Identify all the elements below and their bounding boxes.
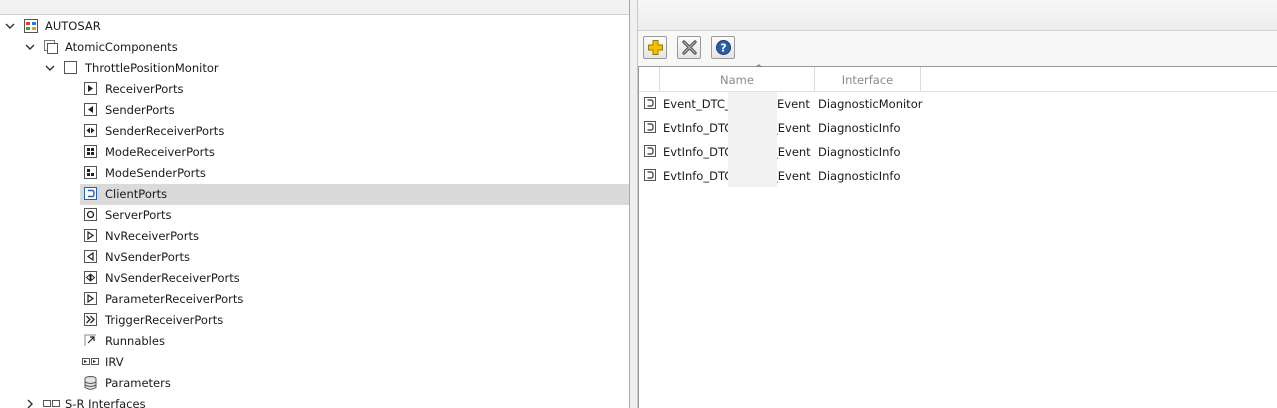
client-port-icon xyxy=(644,169,656,181)
tree-item-label: IRV xyxy=(105,355,124,369)
interfaces-icon xyxy=(43,397,60,408)
tree-item-label: NvSenderPorts xyxy=(105,250,190,264)
mode-sender-port-icon xyxy=(84,166,97,179)
tree-item-trigger-receiver-ports[interactable]: TriggerReceiverPorts xyxy=(0,310,629,331)
table-header: ^ Name Interface xyxy=(639,64,1277,92)
nv-sender-receiver-port-icon xyxy=(84,271,97,284)
client-port-icon xyxy=(644,145,656,157)
chevron-down-icon[interactable] xyxy=(5,21,15,31)
cell-name: EvtInfo_DTC _Event xyxy=(663,169,811,183)
toolbar: ? xyxy=(638,31,1277,66)
sort-ascending-icon: ^ xyxy=(755,64,763,74)
cell-interface: DiagnosticInfo xyxy=(818,169,901,183)
tree-item-client-ports[interactable]: ClientPorts xyxy=(0,184,629,205)
sender-port-icon xyxy=(84,103,97,116)
cell-interface: DiagnosticMonitor xyxy=(818,97,923,111)
tree-item-receiver-ports[interactable]: ReceiverPorts xyxy=(0,79,629,100)
client-port-icon xyxy=(644,97,656,109)
tree-item-label: ModeSenderPorts xyxy=(105,166,206,180)
client-port-icon xyxy=(84,187,97,200)
delete-button[interactable] xyxy=(677,36,701,59)
chevron-down-icon[interactable] xyxy=(45,63,55,73)
cell-interface: DiagnosticInfo xyxy=(818,145,901,159)
tree-item-label: ServerPorts xyxy=(105,208,172,222)
tree-item-label: SenderReceiverPorts xyxy=(105,124,225,138)
cell-interface: DiagnosticInfo xyxy=(818,121,901,135)
cell-name: EvtInfo_DTC _Event xyxy=(663,121,811,135)
tree-item-label: NvReceiverPorts xyxy=(105,229,199,243)
tree-item-label: Runnables xyxy=(105,334,165,348)
tree-item-label: ParameterReceiverPorts xyxy=(105,292,244,306)
server-port-icon xyxy=(84,208,97,221)
cell-name: EvtInfo_DTC _Event xyxy=(663,145,811,159)
tree-item-nv-sender-ports[interactable]: NvSenderPorts xyxy=(0,247,629,268)
tree-node-autosar[interactable]: AUTOSAR xyxy=(0,16,629,37)
tree-item-nv-sender-receiver-ports[interactable]: NvSenderReceiverPorts xyxy=(0,268,629,289)
help-button[interactable]: ? xyxy=(711,36,735,59)
tree-node-label: ThrottlePositionMonitor xyxy=(85,61,219,75)
tree-item-label: ClientPorts xyxy=(105,187,168,201)
irv-icon xyxy=(82,355,99,368)
cell-name: Event_DTC_(Event xyxy=(663,97,810,111)
add-button[interactable] xyxy=(643,36,667,59)
runnable-icon xyxy=(84,334,97,347)
sender-receiver-port-icon xyxy=(84,124,97,137)
svg-text:?: ? xyxy=(720,42,726,55)
parameters-icon xyxy=(84,376,97,390)
tree-item-nv-receiver-ports[interactable]: NvReceiverPorts xyxy=(0,226,629,247)
component-icon xyxy=(64,61,77,74)
tree-item-label: Parameters xyxy=(105,376,171,390)
client-port-icon xyxy=(644,121,656,133)
tree-item-irv[interactable]: IRV xyxy=(0,352,629,373)
tree-node-label: AUTOSAR xyxy=(45,19,101,33)
tree-node-throttle-position-monitor[interactable]: ThrottlePositionMonitor xyxy=(0,58,629,79)
header-name-label: Name xyxy=(720,73,754,87)
tree-item-runnables[interactable]: Runnables xyxy=(0,331,629,352)
components-icon xyxy=(44,40,58,54)
tree-item-parameters[interactable]: Parameters xyxy=(0,373,629,394)
chevron-right-icon[interactable] xyxy=(25,399,35,408)
tree-item-mode-receiver-ports[interactable]: ModeReceiverPorts xyxy=(0,142,629,163)
parameter-receiver-port-icon xyxy=(84,292,97,305)
tree-item-label: TriggerReceiverPorts xyxy=(105,313,224,327)
tree-node-sr-interfaces[interactable]: S-R Interfaces xyxy=(0,394,629,408)
tree-item-mode-sender-ports[interactable]: ModeSenderPorts xyxy=(0,163,629,184)
header-icon-column xyxy=(639,67,660,91)
tree-node-label: S-R Interfaces xyxy=(65,397,146,408)
chevron-down-icon[interactable] xyxy=(25,42,35,52)
tree-item-server-ports[interactable]: ServerPorts xyxy=(0,205,629,226)
mode-receiver-port-icon xyxy=(84,145,97,158)
tree-header xyxy=(0,0,629,15)
tree-item-parameter-receiver-ports[interactable]: ParameterReceiverPorts xyxy=(0,289,629,310)
nv-sender-port-icon xyxy=(84,250,97,263)
tree-item-label: ModeReceiverPorts xyxy=(105,145,215,159)
right-pane: ? ^ Name Interface Event_DTC_(Event Diag… xyxy=(638,0,1277,408)
header-interface-label: Interface xyxy=(841,73,894,87)
tree-item-sender-ports[interactable]: SenderPorts xyxy=(0,100,629,121)
tree-item-label: SenderPorts xyxy=(105,103,175,117)
tree-node-atomic-components[interactable]: AtomicComponents xyxy=(0,37,629,58)
receiver-port-icon xyxy=(84,82,97,95)
nv-receiver-port-icon xyxy=(84,229,97,242)
redaction-block xyxy=(728,92,777,187)
tree-item-label: NvSenderReceiverPorts xyxy=(105,271,240,285)
tree-item-sender-receiver-ports[interactable]: SenderReceiverPorts xyxy=(0,121,629,142)
header-name[interactable]: ^ Name xyxy=(660,64,815,91)
properties-header xyxy=(638,0,1277,31)
trigger-receiver-port-icon xyxy=(84,313,97,326)
tree-item-label: ReceiverPorts xyxy=(105,82,184,96)
header-interface[interactable]: Interface xyxy=(815,67,921,91)
tree-pane: AUTOSAR AtomicComponents ThrottlePositio… xyxy=(0,0,629,408)
autosar-package-icon xyxy=(24,19,38,33)
pane-splitter[interactable] xyxy=(629,0,638,408)
client-ports-table: ^ Name Interface Event_DTC_(Event Diagno… xyxy=(638,64,1277,408)
tree-node-label: AtomicComponents xyxy=(65,40,178,54)
